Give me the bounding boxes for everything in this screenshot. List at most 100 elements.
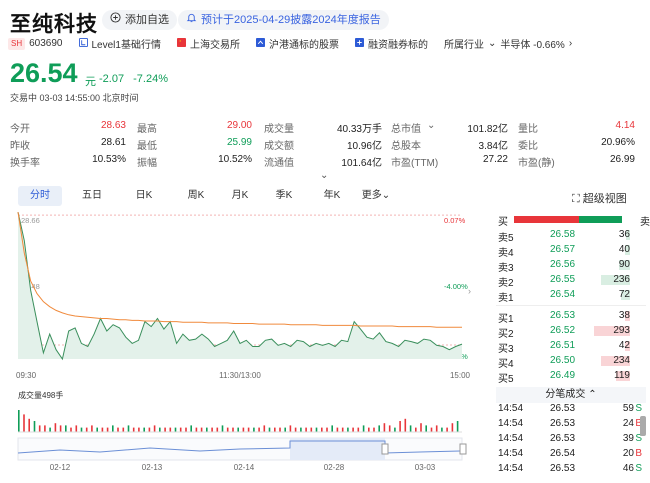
bid-price: 26.53	[550, 310, 576, 321]
volume-bar	[106, 427, 109, 432]
change-percent: -7.24%	[133, 73, 168, 85]
y-tick-left: 28.66	[21, 216, 40, 225]
avg-line	[17, 212, 462, 328]
bid-volume: 234	[613, 355, 630, 366]
trade-volume: 24	[622, 418, 634, 429]
connect-label[interactable]: 沪港通标的股票	[269, 36, 339, 51]
trade-time: 14:54	[498, 463, 524, 474]
volume-bar	[331, 425, 333, 432]
bid-row: 买2 26.52 293	[496, 324, 648, 340]
volume-bar	[289, 425, 292, 432]
y-tick-right: -4.00%	[444, 282, 468, 291]
volume-label: 成交量498手	[18, 390, 63, 400]
industry-label[interactable]: 所属行业	[444, 36, 484, 51]
volume-bar	[242, 427, 245, 432]
volume-bar	[221, 425, 224, 432]
margin-label[interactable]: 融资融券标的	[368, 36, 428, 51]
volume-bar	[441, 427, 443, 432]
volume-bar	[451, 423, 454, 432]
stat-label: 昨收	[10, 141, 30, 152]
bid-level: 买4	[498, 359, 514, 370]
ask-row: 卖5 26.58 36	[496, 228, 648, 244]
trade-status: 交易中 03-03 14:55:00 北京时间	[10, 93, 139, 103]
volume-bar	[409, 425, 412, 432]
stat-label: 成交量	[264, 124, 294, 135]
trade-time: 14:54	[498, 433, 524, 444]
bell-icon	[186, 10, 197, 30]
add-watchlist-button[interactable]: 添加自选	[102, 10, 177, 30]
tab-6[interactable]: 年K	[310, 186, 354, 206]
volume-bar	[44, 425, 46, 432]
volume-bar	[274, 427, 276, 432]
trade-price: 26.53	[550, 403, 576, 414]
nav-date: 02-14	[234, 463, 255, 472]
bid-volume: 119	[614, 370, 630, 381]
market-tag: SH	[8, 37, 26, 50]
stat-value: 4.14	[615, 120, 635, 131]
volume-bar	[143, 427, 145, 432]
stat-value: 29.00	[226, 120, 252, 131]
tab-5[interactable]: 季K	[262, 186, 306, 206]
volume-bar	[174, 427, 177, 432]
volume-bar	[195, 427, 198, 432]
tab-4[interactable]: 月K	[218, 186, 262, 206]
stock-name: 至纯科技	[10, 13, 98, 36]
volume-bar	[200, 427, 203, 432]
trade-volume: 39	[622, 433, 634, 444]
price-change: -2.07 -7.24%	[99, 73, 168, 85]
change-value: -2.07	[99, 73, 125, 85]
trade-volume: 59	[622, 403, 634, 414]
bid-level: 买1	[498, 314, 514, 325]
level-label[interactable]: Level1基础行情	[92, 36, 161, 51]
volume-bar	[232, 427, 234, 432]
tab-7[interactable]: 更多⌄	[356, 186, 396, 206]
volume-bar	[362, 425, 365, 432]
stat-label: 总市值	[391, 124, 421, 135]
sector-label[interactable]: 半导体 -0.66%	[500, 36, 564, 51]
trade-row: 14:54 26.53 46 S	[496, 462, 646, 477]
stock-meta-bar: SH 603690 Level1基础行情 上海交易所 沪港通标的股票 融资融券标…	[8, 36, 572, 51]
stat-value: 28.61	[100, 137, 126, 148]
trades-scrollbar[interactable]	[640, 416, 646, 436]
orderbook-header: 买卖	[496, 212, 650, 228]
volume-bar	[258, 427, 260, 432]
collapse-stats-icon[interactable]: ⌄	[320, 170, 328, 181]
volume-bar	[300, 427, 302, 432]
tab-3[interactable]: 周K	[174, 186, 218, 206]
volume-bar	[394, 427, 396, 432]
volume-bar	[305, 427, 307, 432]
level1-icon	[78, 37, 88, 50]
bid-volume: 293	[613, 325, 630, 336]
buy-ratio-bar	[514, 216, 579, 223]
bid-level: 买3	[498, 344, 514, 355]
volume-bar	[378, 425, 380, 432]
volume-bar	[127, 425, 130, 432]
stat-label: 量比	[518, 124, 538, 135]
trade-price: 26.54	[550, 448, 576, 459]
volume-bar	[388, 425, 391, 432]
ask-price: 26.58	[550, 229, 576, 240]
trades-header[interactable]: 分笔成交 ⌃	[496, 387, 646, 403]
stat-label: 最低	[137, 141, 157, 152]
stat-label: 委比	[518, 141, 538, 152]
super-view-button[interactable]: ⛶ 超级视图	[572, 190, 627, 206]
volume-bar	[70, 427, 72, 432]
chevron-down-icon[interactable]: ⌄	[427, 120, 435, 131]
volume-bar	[54, 423, 57, 432]
volume-bar	[404, 418, 407, 432]
x-tick: 15:00	[450, 371, 471, 380]
chevron-up-icon: ⌃	[588, 389, 597, 400]
stat-label: 振幅	[137, 158, 157, 169]
trade-side: S	[635, 463, 642, 474]
volume-bar	[326, 427, 328, 432]
tab-0[interactable]: 分时	[18, 186, 62, 206]
report-notice[interactable]: 预计于2025-04-29披露2024年度报告	[178, 10, 389, 30]
volume-bar	[247, 427, 250, 432]
chevron-right-icon: ›	[568, 38, 573, 49]
tab-1[interactable]: 五日	[70, 186, 114, 206]
tab-2[interactable]: 日K	[122, 186, 166, 206]
stat-value: 101.82亿	[467, 124, 508, 135]
exchange-label[interactable]: 上海交易所	[190, 36, 240, 51]
ask-price: 26.56	[550, 259, 576, 270]
nav-date: 02-28	[324, 463, 345, 472]
